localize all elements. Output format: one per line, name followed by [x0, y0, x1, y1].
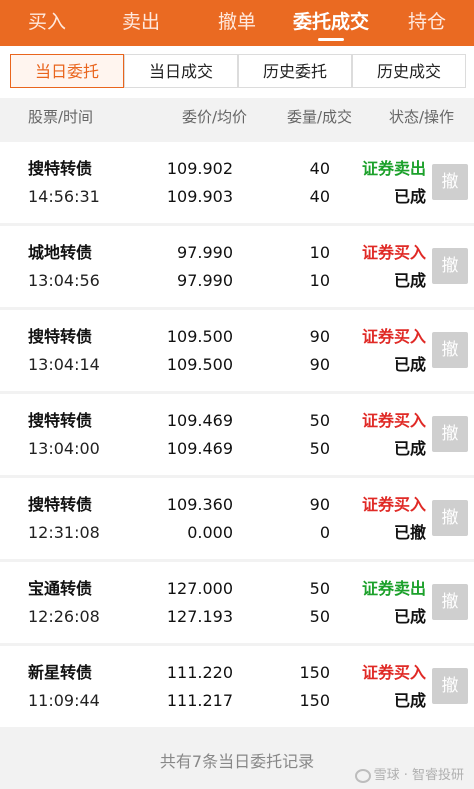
sub-tabs: 当日委托 当日成交 历史委托 历史成交 — [0, 46, 474, 98]
table-row[interactable]: 搜特转债 14:56:31 109.902 109.903 40 40 证券卖出… — [0, 142, 474, 223]
top-nav: 买入 卖出 撤单 委托成交 持仓 — [0, 0, 474, 46]
order-price: 109.902 — [166, 159, 233, 178]
subtab-today-orders[interactable]: 当日委托 — [10, 54, 124, 88]
order-price: 109.500 — [166, 327, 233, 346]
filled-qty: 50 — [309, 439, 330, 458]
order-qty: 150 — [299, 663, 330, 682]
order-price: 97.990 — [177, 243, 233, 262]
stock-name: 搜特转债 — [28, 495, 93, 514]
stock-name: 新星转债 — [28, 663, 93, 682]
order-price: 109.360 — [166, 495, 233, 514]
snowball-logo-icon — [354, 768, 371, 783]
table-row[interactable]: 搜特转债 13:04:14 109.500 109.500 90 90 证券买入… — [0, 310, 474, 391]
order-status: 已成 — [393, 355, 426, 374]
order-qty: 90 — [309, 327, 330, 346]
order-side: 证券卖出 — [361, 579, 426, 598]
table-header: 股票/时间 委价/均价 委量/成交 状态/操作 — [0, 98, 474, 136]
column-status: 状态/操作 — [388, 108, 454, 126]
order-side: 证券买入 — [361, 411, 426, 430]
tab-buy[interactable]: 买入 — [18, 0, 76, 46]
filled-qty: 10 — [309, 271, 330, 290]
order-price: 127.000 — [166, 579, 233, 598]
subtab-today-trades[interactable]: 当日成交 — [124, 54, 238, 88]
order-time: 13:04:56 — [28, 271, 100, 290]
filled-qty: 40 — [309, 187, 330, 206]
tab-sell[interactable]: 卖出 — [112, 0, 170, 46]
stock-name: 城地转债 — [28, 243, 93, 262]
order-qty: 50 — [309, 411, 330, 430]
tab-positions[interactable]: 持仓 — [398, 0, 456, 46]
filled-qty: 0 — [319, 523, 330, 542]
cancel-button[interactable]: 撤 — [432, 584, 468, 620]
avg-price: 111.217 — [166, 691, 233, 710]
order-status: 已成 — [393, 271, 426, 290]
order-qty: 10 — [309, 243, 330, 262]
order-status: 已成 — [393, 607, 426, 626]
order-time: 12:26:08 — [28, 607, 100, 626]
watermark: 雪球 · 智睿投研 — [354, 764, 464, 783]
order-status: 已成 — [393, 439, 426, 458]
tab-cancel-order[interactable]: 撤单 — [208, 0, 266, 46]
subtab-history-orders[interactable]: 历史委托 — [238, 54, 352, 88]
filled-qty: 50 — [309, 607, 330, 626]
active-tab-indicator — [318, 38, 344, 41]
stock-name: 搜特转债 — [28, 411, 93, 430]
column-qty: 委量/成交 — [286, 108, 352, 126]
order-side: 证券卖出 — [361, 159, 426, 178]
table-row[interactable]: 宝通转债 12:26:08 127.000 127.193 50 50 证券卖出… — [0, 562, 474, 643]
order-time: 11:09:44 — [28, 691, 100, 710]
column-stock-time: 股票/时间 — [28, 108, 94, 126]
avg-price: 109.500 — [166, 355, 233, 374]
order-side: 证券买入 — [361, 663, 426, 682]
filled-qty: 90 — [309, 355, 330, 374]
order-time: 14:56:31 — [28, 187, 100, 206]
order-status: 已撤 — [393, 523, 426, 542]
order-time: 13:04:00 — [28, 439, 100, 458]
order-qty: 50 — [309, 579, 330, 598]
cancel-button[interactable]: 撤 — [432, 500, 468, 536]
stock-name: 宝通转债 — [28, 579, 93, 598]
watermark-text: 雪球 · 智睿投研 — [373, 768, 464, 783]
cancel-button[interactable]: 撤 — [432, 332, 468, 368]
table-row[interactable]: 搜特转债 13:04:00 109.469 109.469 50 50 证券买入… — [0, 394, 474, 475]
subtab-history-trades[interactable]: 历史成交 — [352, 54, 466, 88]
order-time: 12:31:08 — [28, 523, 100, 542]
avg-price: 109.469 — [166, 439, 233, 458]
avg-price: 109.903 — [166, 187, 233, 206]
avg-price: 127.193 — [166, 607, 233, 626]
order-price: 111.220 — [166, 663, 233, 682]
order-price: 109.469 — [166, 411, 233, 430]
list-footer: 共有7条当日委托记录 雪球 · 智睿投研 — [0, 730, 474, 789]
table-row[interactable]: 搜特转债 12:31:08 109.360 0.000 90 0 证券买入 已撤… — [0, 478, 474, 559]
order-time: 13:04:14 — [28, 355, 100, 374]
order-status: 已成 — [393, 691, 426, 710]
stock-name: 搜特转债 — [28, 327, 93, 346]
filled-qty: 150 — [299, 691, 330, 710]
order-status: 已成 — [393, 187, 426, 206]
stock-name: 搜特转债 — [28, 159, 93, 178]
column-price: 委价/均价 — [181, 108, 247, 126]
avg-price: 97.990 — [177, 271, 233, 290]
cancel-button[interactable]: 撤 — [432, 416, 468, 452]
cancel-button[interactable]: 撤 — [432, 164, 468, 200]
order-side: 证券买入 — [361, 243, 426, 262]
avg-price: 0.000 — [187, 523, 233, 542]
order-qty: 40 — [309, 159, 330, 178]
table-row[interactable]: 新星转债 11:09:44 111.220 111.217 150 150 证券… — [0, 646, 474, 727]
cancel-button[interactable]: 撤 — [432, 248, 468, 284]
order-qty: 90 — [309, 495, 330, 514]
cancel-button[interactable]: 撤 — [432, 668, 468, 704]
order-side: 证券买入 — [361, 495, 426, 514]
table-row[interactable]: 城地转债 13:04:56 97.990 97.990 10 10 证券买入 已… — [0, 226, 474, 307]
order-side: 证券买入 — [361, 327, 426, 346]
